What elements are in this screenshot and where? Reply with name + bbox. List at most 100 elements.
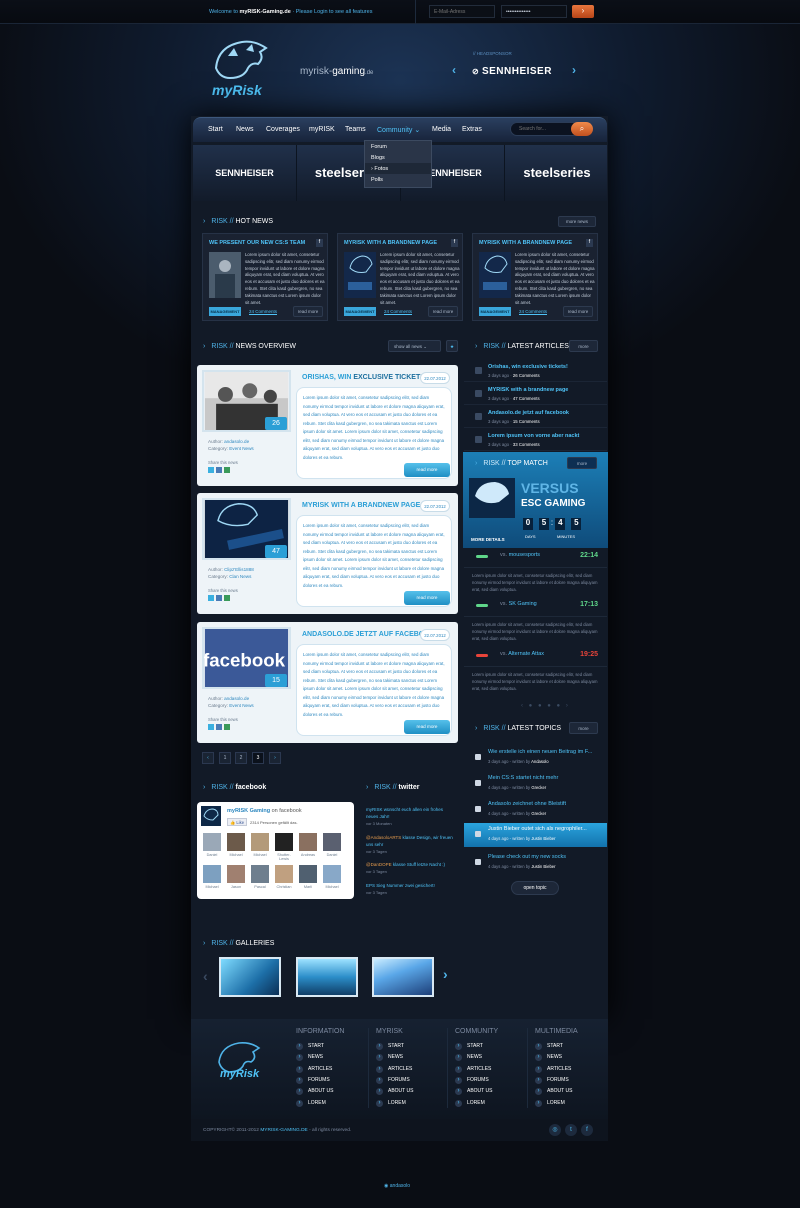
footer-link[interactable]: LOREM [535,1100,565,1107]
hot-news-title[interactable]: MYRISK WITH A BRANDNEW PAGE [344,240,437,246]
fan-avatar[interactable] [227,833,245,851]
read-more-button[interactable]: read more [404,591,450,605]
fan-avatar[interactable] [203,865,221,883]
topic-item[interactable]: Andasolo zeichnet ohne Bleistift 4 days a… [464,798,607,822]
article-title[interactable]: Lorem ipsum von vorne aber nackt [488,433,579,439]
hot-news-title[interactable]: MYRISK WITH A BRANDNEW PAGE [479,240,572,246]
footer-link[interactable]: LOREM [296,1100,326,1107]
footer-link[interactable]: ARTICLES [296,1066,332,1073]
dropdown-item-forum[interactable]: Forum [365,141,431,152]
chevron-left-icon[interactable]: ‹ [452,63,456,77]
comments-link[interactable]: 24 Comments [249,309,277,314]
fan-avatar[interactable] [323,833,341,851]
pagination-prev[interactable]: ‹ [202,752,214,764]
read-more-button[interactable]: read more [563,306,593,317]
footer-link[interactable]: NEWS [296,1054,323,1061]
footer-link[interactable]: START [455,1043,483,1050]
nav-start[interactable]: Start [208,126,223,133]
article-item[interactable]: Orishas, win exclusive tickets! 3 days ag… [464,360,607,382]
nav-myrisk[interactable]: myRISK [309,126,335,133]
topic-title[interactable]: Andasolo zeichnet ohne Bleistift [488,801,566,807]
more-match-button[interactable]: more [567,457,597,469]
chevron-right-icon[interactable]: › [572,63,576,77]
topic-item[interactable]: Please check out my new socks 4 days ago … [464,851,607,875]
article-item[interactable]: Lorem ipsum von vorne aber nackt 3 days a… [464,429,607,451]
article-title[interactable]: MYRISK with a brandnew page [488,387,568,393]
gallery-thumbnail[interactable] [296,957,358,997]
footer-link[interactable]: START [296,1043,324,1050]
fan-avatar[interactable] [299,833,317,851]
topic-item[interactable]: Wie erstelle ich einen neuen Beitrag im … [464,746,607,770]
footer-link[interactable]: NEWS [376,1054,403,1061]
footer-link[interactable]: START [535,1043,563,1050]
share-icon[interactable] [224,724,230,730]
comments-link[interactable]: 24 Comments [519,309,547,314]
fan-avatar[interactable] [299,865,317,883]
open-topic-button[interactable]: open topic [511,881,559,895]
dropdown-item-fotos[interactable]: › Fotos [365,163,431,174]
footer-link[interactable]: ARTICLES [535,1066,571,1073]
footer-link[interactable]: NEWS [535,1054,562,1061]
more-articles-button[interactable]: more [569,340,598,352]
nav-media[interactable]: Media [432,126,451,133]
share-icon[interactable] [224,467,230,473]
comments-link[interactable]: 24 Comments [384,309,412,314]
twitter-icon[interactable] [208,724,214,730]
news-title[interactable]: MYRISK WITH A BRANDNEW PAGE [302,502,420,509]
pagination-page-active[interactable]: 3 [252,752,264,764]
fan-avatar[interactable] [323,865,341,883]
footer-link[interactable]: FORUMS [296,1077,330,1084]
tweet[interactable]: myRISK wünscht euch allen ein frohes neu… [366,806,454,827]
fan-avatar[interactable] [227,865,245,883]
news-filter-select[interactable]: show all news ⌄ [388,340,441,352]
facebook-icon[interactable]: f [581,1124,593,1136]
news-title[interactable]: ANDASOLO.DE JETZT AUF FACEBOOK [302,631,435,638]
twitter-icon[interactable] [208,595,214,601]
facebook-icon[interactable]: f [586,239,593,247]
pagination-next[interactable]: › [269,752,281,764]
twitter-icon[interactable]: t [565,1124,577,1136]
fan-avatar[interactable] [203,833,221,851]
facebook-page-name[interactable]: myRISK Gaming on facebook [227,808,302,814]
fan-avatar[interactable] [275,865,293,883]
fan-avatar[interactable] [251,833,269,851]
nav-extras[interactable]: Extras [462,126,482,133]
facebook-icon[interactable] [216,595,222,601]
article-title[interactable]: Orishas, win exclusive tickets! [488,364,568,370]
dropdown-item-polls[interactable]: Polls [365,174,431,185]
news-image[interactable] [344,252,376,298]
page-avatar[interactable] [201,806,221,826]
footer-link[interactable]: ARTICLES [455,1066,491,1073]
dropdown-item-blogs[interactable]: Blogs [365,152,431,163]
twitter-icon[interactable] [208,467,214,473]
sponsor-logo[interactable]: steelseries [505,145,609,201]
footer-link[interactable]: LOREM [455,1100,485,1107]
sponsor-logo[interactable]: SENNHEISER [193,145,297,201]
footer-link[interactable]: FORUMS [376,1077,410,1084]
topic-title[interactable]: Please check out my new socks [488,854,566,860]
password-field[interactable] [501,5,567,18]
login-button[interactable]: › [572,5,594,18]
facebook-icon[interactable] [216,724,222,730]
more-news-button[interactable]: more news [558,216,596,227]
news-image[interactable] [209,252,241,298]
footer-link[interactable]: FORUMS [535,1077,569,1084]
more-details-link[interactable]: MORE DETAILS [471,537,505,542]
news-image[interactable] [479,252,511,298]
tweet[interactable]: EPS Sieg Nummer zwei gesichert! vor 3 Tag… [366,882,454,896]
read-more-button[interactable]: read more [293,306,323,317]
article-title[interactable]: Andasolo.de jetzt auf facebook [488,410,569,416]
article-item[interactable]: Andasolo.de jetzt auf facebook 3 days ago… [464,406,607,428]
facebook-icon[interactable] [216,467,222,473]
pagination-page[interactable]: 1 [219,752,231,764]
fan-avatar[interactable] [251,865,269,883]
footer-link[interactable]: NEWS [455,1054,482,1061]
facebook-icon[interactable]: f [451,239,458,247]
topic-item[interactable]: Mein CS:S startet nicht mehr 4 days ago -… [464,772,607,796]
footer-link[interactable]: LOREM [376,1100,406,1107]
tweet[interactable]: @AndasoloARTS klasse Design, wir freuen … [366,834,454,855]
tweet[interactable]: @DanDOPE klasse Stuff letzte Nacht :) vor… [366,861,454,875]
footer-link[interactable]: ABOUT US [535,1088,572,1095]
article-item[interactable]: MYRISK with a brandnew page 3 days ago · … [464,383,607,405]
fan-avatar[interactable] [275,833,293,851]
